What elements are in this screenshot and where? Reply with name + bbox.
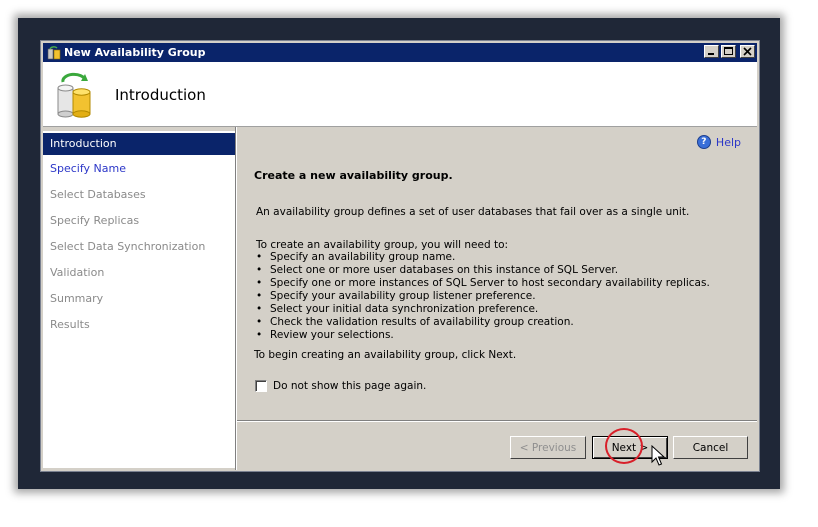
wizard-nav: Introduction Specify Name Select Databas… — [43, 131, 235, 468]
nav-item-select-data-synchronization: Select Data Synchronization — [50, 240, 206, 253]
page-title: Introduction — [115, 86, 206, 104]
nav-item-summary: Summary — [50, 292, 104, 305]
do-not-show-label[interactable]: Do not show this page again. — [273, 380, 426, 392]
page-header: Introduction — [43, 62, 757, 127]
nav-item-validation: Validation — [50, 266, 105, 279]
list-item: • Check the validation results of availab… — [256, 316, 574, 328]
list-item: • Review your selections. — [256, 329, 394, 341]
content-description: An availability group defines a set of u… — [256, 206, 690, 218]
content-intro: To create an availability group, you wil… — [256, 239, 509, 251]
list-item: • Specify your availability group listene… — [256, 290, 536, 302]
footer-divider — [237, 420, 757, 422]
minimize-button[interactable] — [704, 45, 719, 58]
nav-item-specify-replicas: Specify Replicas — [50, 214, 140, 227]
do-not-show-checkbox[interactable] — [255, 380, 267, 392]
help-label: Help — [715, 135, 741, 149]
maximize-button[interactable] — [721, 45, 736, 58]
list-item: • Select one or more user databases on th… — [256, 264, 619, 276]
close-icon — [743, 47, 752, 56]
help-link[interactable]: ? Help — [696, 135, 741, 149]
closing-text: To begin creating an availability group,… — [254, 349, 517, 361]
mouse-cursor-icon — [651, 445, 665, 466]
content-heading: Create a new availability group. — [254, 169, 453, 182]
content-panel: ? Help Create a new availability group. … — [237, 127, 757, 419]
cancel-button[interactable]: Cancel — [673, 436, 748, 459]
window-title: New Availability Group — [64, 46, 206, 59]
list-item: • Specify an availability group name. — [256, 251, 456, 263]
highlight-circle — [605, 428, 643, 464]
list-item: • Select your initial data synchronizatio… — [256, 303, 539, 315]
app-icon — [47, 45, 61, 59]
window-controls — [704, 45, 755, 58]
help-icon: ? — [696, 135, 711, 149]
do-not-show-option[interactable]: Do not show this page again. — [255, 380, 426, 392]
minimize-icon — [708, 53, 714, 55]
list-item: • Specify one or more instances of SQL Se… — [256, 277, 710, 289]
wizard-window: New Availability Group Introduction Intr… — [40, 40, 760, 472]
title-bar[interactable]: New Availability Group — [43, 43, 757, 62]
requirements-list: • Specify an availability group name. • Se… — [256, 251, 710, 342]
close-button[interactable] — [740, 45, 755, 58]
maximize-icon — [724, 47, 733, 55]
nav-item-specify-name[interactable]: Specify Name — [43, 157, 235, 183]
nav-item-results: Results — [50, 318, 90, 331]
nav-item-select-databases: Select Databases — [50, 188, 146, 201]
database-sync-icon — [57, 72, 91, 118]
nav-item-introduction[interactable]: Introduction — [43, 133, 235, 155]
previous-button[interactable]: < Previous — [510, 436, 586, 459]
